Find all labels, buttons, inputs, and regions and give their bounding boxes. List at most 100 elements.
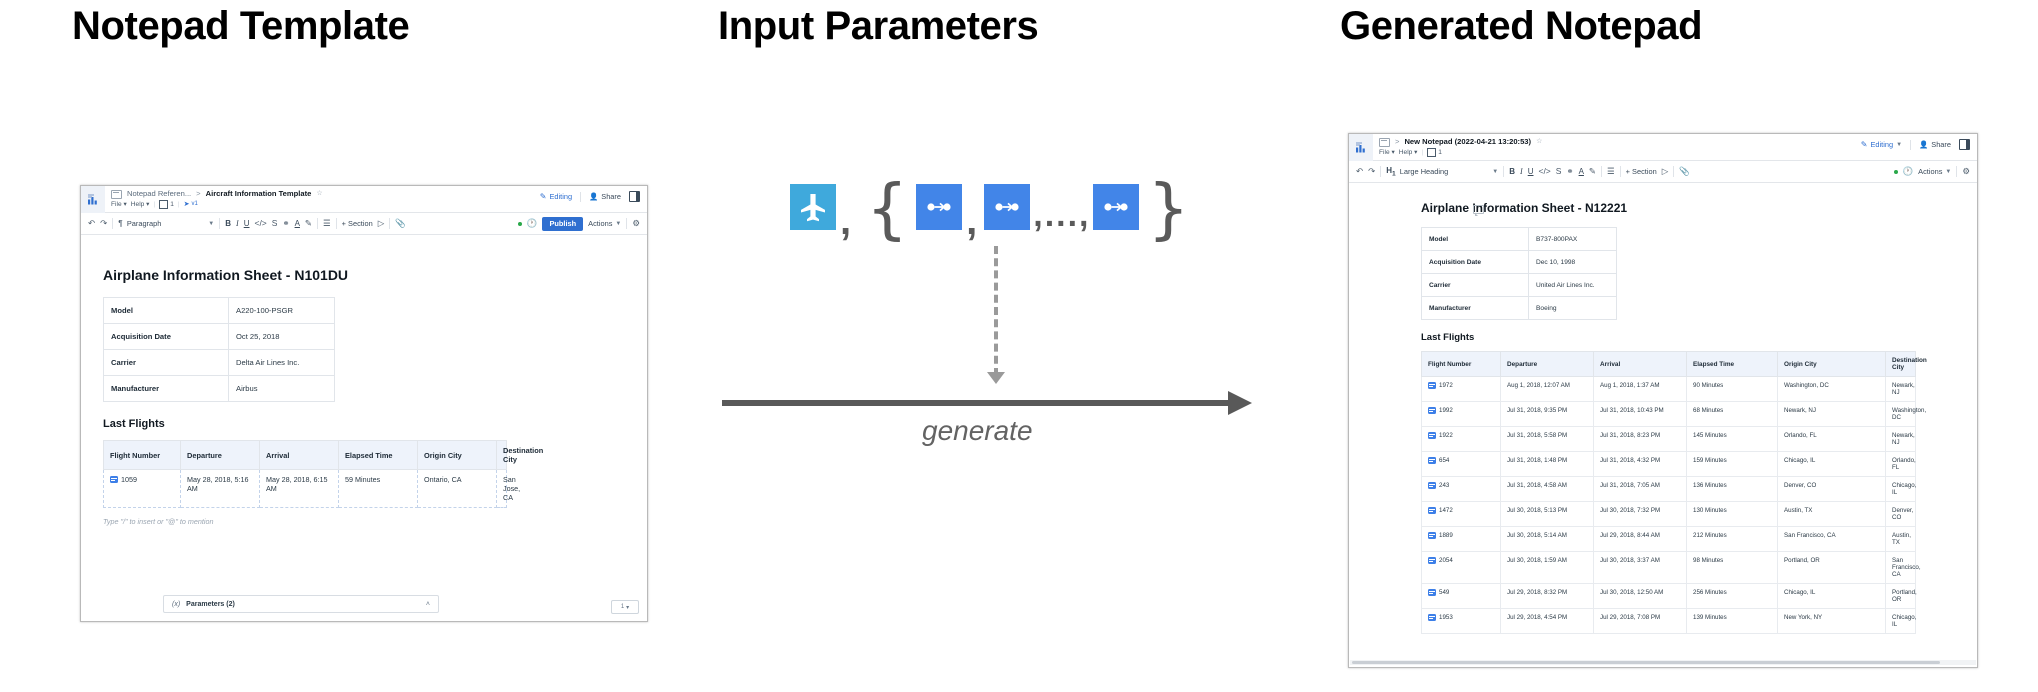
menu-help[interactable]: Help ▾ [131,200,150,209]
table-row[interactable]: 1059 May 28, 2018, 5:16 AM May 28, 2018,… [103,469,520,508]
actions-menu[interactable]: Actions ▼ [1918,167,1951,176]
left-titlebar: Notepad Referen... > Aircraft Informatio… [81,186,647,213]
info-key: Acquisition Date [1421,250,1529,274]
actions-menu[interactable]: Actions ▼ [588,219,621,228]
version-badge[interactable]: ➤ v1 [184,200,198,209]
italic-button[interactable]: I [1520,167,1523,176]
selection-count-box[interactable]: 1 ▾ [611,600,639,614]
breadcrumb-parent[interactable]: Notepad Referen... [127,189,191,199]
share-button[interactable]: 👤 Share [589,192,621,201]
info-value: Boeing [1528,296,1617,320]
last-flights-heading: Last Flights [1421,332,1475,343]
flight-parameter [916,184,963,230]
underline-button[interactable]: U [1528,167,1534,176]
menu-file[interactable]: File ▾ [111,200,127,209]
strikethrough-button[interactable]: S [1556,167,1562,176]
share-button[interactable]: 👤 Share [1919,140,1951,149]
cell-destination: Chicago, IL [1885,608,1916,634]
bold-button[interactable]: B [225,219,231,228]
menu-file[interactable]: File ▾ [1379,148,1395,157]
history-icon[interactable]: 🕐 [527,219,538,228]
text-color-button[interactable]: A [295,219,300,228]
toggle-panel-icon[interactable] [1959,139,1970,150]
right-document-area[interactable]: Airplane Information Sheet - N12221 Mode… [1349,183,1977,667]
heading-style-select[interactable]: H1 Large Heading ▼ [1386,166,1498,178]
chevron-up-icon[interactable]: ˄ [426,601,430,608]
highlight-button[interactable]: ✎ [1589,167,1596,176]
publish-button[interactable]: Publish [542,216,584,231]
table-row[interactable]: 654 Jul 31, 2018, 1:48 PM Jul 31, 2018, 4:… [1421,451,1916,477]
undo-icon[interactable]: ↶ [88,219,95,228]
table-row: Carrier Delta Air Lines Inc. [103,349,335,376]
align-button[interactable]: ☰ [323,219,331,228]
cell-elapsed: 212 Minutes [1686,526,1778,552]
flight-number-value: 654 [1439,457,1450,464]
gear-icon[interactable]: ⚙ [632,219,640,228]
redo-icon[interactable]: ↷ [1368,167,1375,176]
favorite-star-icon[interactable]: ☆ [1536,137,1542,147]
add-section-button[interactable]: + Section [1626,167,1657,176]
gear-icon[interactable]: ⚙ [1962,167,1970,176]
table-row[interactable]: 1953 Jul 29, 2018, 4:54 PM Jul 29, 2018, 7… [1421,608,1916,634]
table-row[interactable]: 1472 Jul 30, 2018, 5:13 PM Jul 30, 2018, 7… [1421,501,1916,527]
cell-arrival: Jul 31, 2018, 7:05 AM [1593,476,1687,502]
attach-icon[interactable]: 📎 [395,219,406,228]
highlight-button[interactable]: ✎ [305,219,312,228]
section-heading-input-parameters: Input Parameters [718,4,1039,48]
add-section-button[interactable]: + Section [342,219,373,228]
strikethrough-button[interactable]: S [272,219,278,228]
indent-icon[interactable]: ▷ [378,219,385,228]
left-document-area[interactable]: Airplane Information Sheet - N101DU Mode… [81,235,647,621]
history-icon[interactable]: 🕐 [1903,167,1914,176]
collaborators-badge[interactable]: 1 [159,200,174,209]
editing-button[interactable]: ✎ Editing ▼ [1861,140,1902,149]
cell-departure: Aug 1, 2018, 12:07 AM [1500,376,1594,402]
table-row[interactable]: 1972 Aug 1, 2018, 12:07 AM Aug 1, 2018, 1:… [1421,376,1916,402]
parameters-bar[interactable]: (x) Parameters (2) ˄ [163,595,439,613]
people-icon [1427,148,1437,157]
table-row[interactable]: 243 Jul 31, 2018, 4:58 AM Jul 31, 2018, 7:… [1421,476,1916,502]
comment-icon[interactable] [1473,205,1484,216]
indent-icon[interactable]: ▷ [1662,167,1669,176]
code-button[interactable]: </> [1538,167,1550,176]
flight-number-value: 1953 [1439,614,1453,621]
paragraph-style-select[interactable]: ¶ Paragraph ▼ [118,219,214,228]
info-value: United Air Lines Inc. [1528,273,1617,297]
info-value: Oct 25, 2018 [228,323,335,350]
header-divider [1910,139,1912,150]
undo-icon[interactable]: ↶ [1356,167,1363,176]
cell-destination: Denver, CO [1885,501,1916,527]
table-row[interactable]: 1992 Jul 31, 2018, 9:35 PM Jul 31, 2018, 1… [1421,401,1926,427]
cell-destination: Newark, NJ [1885,376,1916,402]
editor-placeholder[interactable]: Type "/" to insert or "@" to mention [103,517,627,526]
cell-elapsed: 256 Minutes [1686,583,1778,609]
italic-button[interactable]: I [236,219,239,228]
code-button[interactable]: </> [254,219,266,228]
col-destination-city: Destination City [496,440,543,470]
table-row[interactable]: 1922 Jul 31, 2018, 5:58 PM Jul 31, 2018, 8… [1421,426,1916,452]
pencil-icon: ✎ [1860,140,1868,149]
horizontal-scrollbar[interactable] [1350,660,1976,665]
underline-button[interactable]: U [244,219,250,228]
bold-button[interactable]: B [1509,167,1515,176]
link-button[interactable]: ⚭ [282,219,289,228]
text-color-button[interactable]: A [1579,167,1584,176]
collaborators-badge[interactable]: 1 [1427,148,1442,157]
attach-icon[interactable]: 📎 [1679,167,1690,176]
info-value: A220-100-PSGR [228,297,335,324]
toolbar-divider-6 [626,218,628,229]
table-row[interactable]: 549 Jul 29, 2018, 8:32 PM Jul 30, 2018, 12… [1421,583,1917,609]
editing-button[interactable]: ✎ Editing [540,192,572,201]
document-title: Airplane Information Sheet - N12221 [1421,201,1628,215]
info-key: Manufacturer [1421,296,1529,320]
toggle-panel-icon[interactable] [629,191,640,202]
align-button[interactable]: ☰ [1607,167,1615,176]
menu-help[interactable]: Help ▾ [1399,148,1418,157]
redo-icon[interactable]: ↷ [100,219,107,228]
share-icon: 👤 [589,192,599,201]
link-button[interactable]: ⚭ [1566,167,1573,176]
info-key: Model [103,297,229,324]
favorite-star-icon[interactable]: ☆ [316,189,322,199]
table-row[interactable]: 1889 Jul 30, 2018, 5:14 AM Jul 29, 2018, 8… [1421,526,1916,552]
table-row[interactable]: 2054 Jul 30, 2018, 1:59 AM Jul 30, 2018, 3… [1421,551,1921,584]
